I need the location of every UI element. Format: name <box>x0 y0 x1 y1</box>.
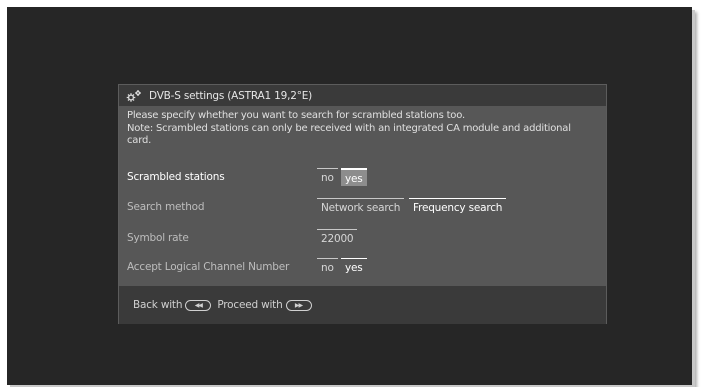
search-method-label: Search method <box>127 201 205 213</box>
dialog-footer: Back with ◀◀ Proceed with ▶▶ <box>119 286 606 324</box>
symbol-rate-value[interactable]: 22000 <box>317 229 358 247</box>
lcn-row[interactable]: Accept Logical Channel Number no yes <box>127 258 597 276</box>
symbol-rate-row[interactable]: Symbol rate 22000 <box>127 229 597 247</box>
lcn-no-option[interactable]: no <box>317 258 338 276</box>
lcn-yes-option[interactable]: yes <box>341 258 367 276</box>
frequency-search-option[interactable]: Frequency search <box>409 198 507 216</box>
dvb-s-settings-dialog: DVB-S settings (ASTRA1 19,2°E) Please sp… <box>118 84 607 324</box>
scrambled-stations-label: Scrambled stations <box>127 171 225 183</box>
gear-icon <box>126 89 141 102</box>
symbol-rate-label: Symbol rate <box>127 232 189 244</box>
scrambled-yes-option[interactable]: yes <box>341 168 367 186</box>
tv-screen: DVB-S settings (ASTRA1 19,2°E) Please sp… <box>7 7 692 385</box>
rewind-glyph: ◀◀ <box>194 301 203 309</box>
info-line-2: Note: Scrambled stations can only be rec… <box>127 122 571 134</box>
network-search-option[interactable]: Network search <box>317 198 405 216</box>
scrambled-no-option[interactable]: no <box>317 168 338 186</box>
proceed-hint-label: Proceed with <box>217 299 283 311</box>
scrambled-stations-row[interactable]: Scrambled stations no yes <box>127 168 597 186</box>
dialog-body: Please specify whether you want to searc… <box>119 106 606 286</box>
fast-forward-glyph: ▶▶ <box>294 301 303 309</box>
fast-forward-button-icon: ▶▶ <box>285 299 312 311</box>
back-hint-label: Back with <box>133 299 183 311</box>
info-line-3: card. <box>127 135 152 146</box>
lcn-label: Accept Logical Channel Number <box>127 261 290 273</box>
info-text: Please specify whether you want to searc… <box>127 110 597 148</box>
search-method-row[interactable]: Search method Network search Frequency s… <box>127 198 597 216</box>
dialog-title: DVB-S settings (ASTRA1 19,2°E) <box>149 89 313 102</box>
info-line-1: Please specify whether you want to searc… <box>127 110 465 121</box>
dialog-header: DVB-S settings (ASTRA1 19,2°E) <box>119 85 606 106</box>
rewind-button-icon: ◀◀ <box>185 299 212 311</box>
